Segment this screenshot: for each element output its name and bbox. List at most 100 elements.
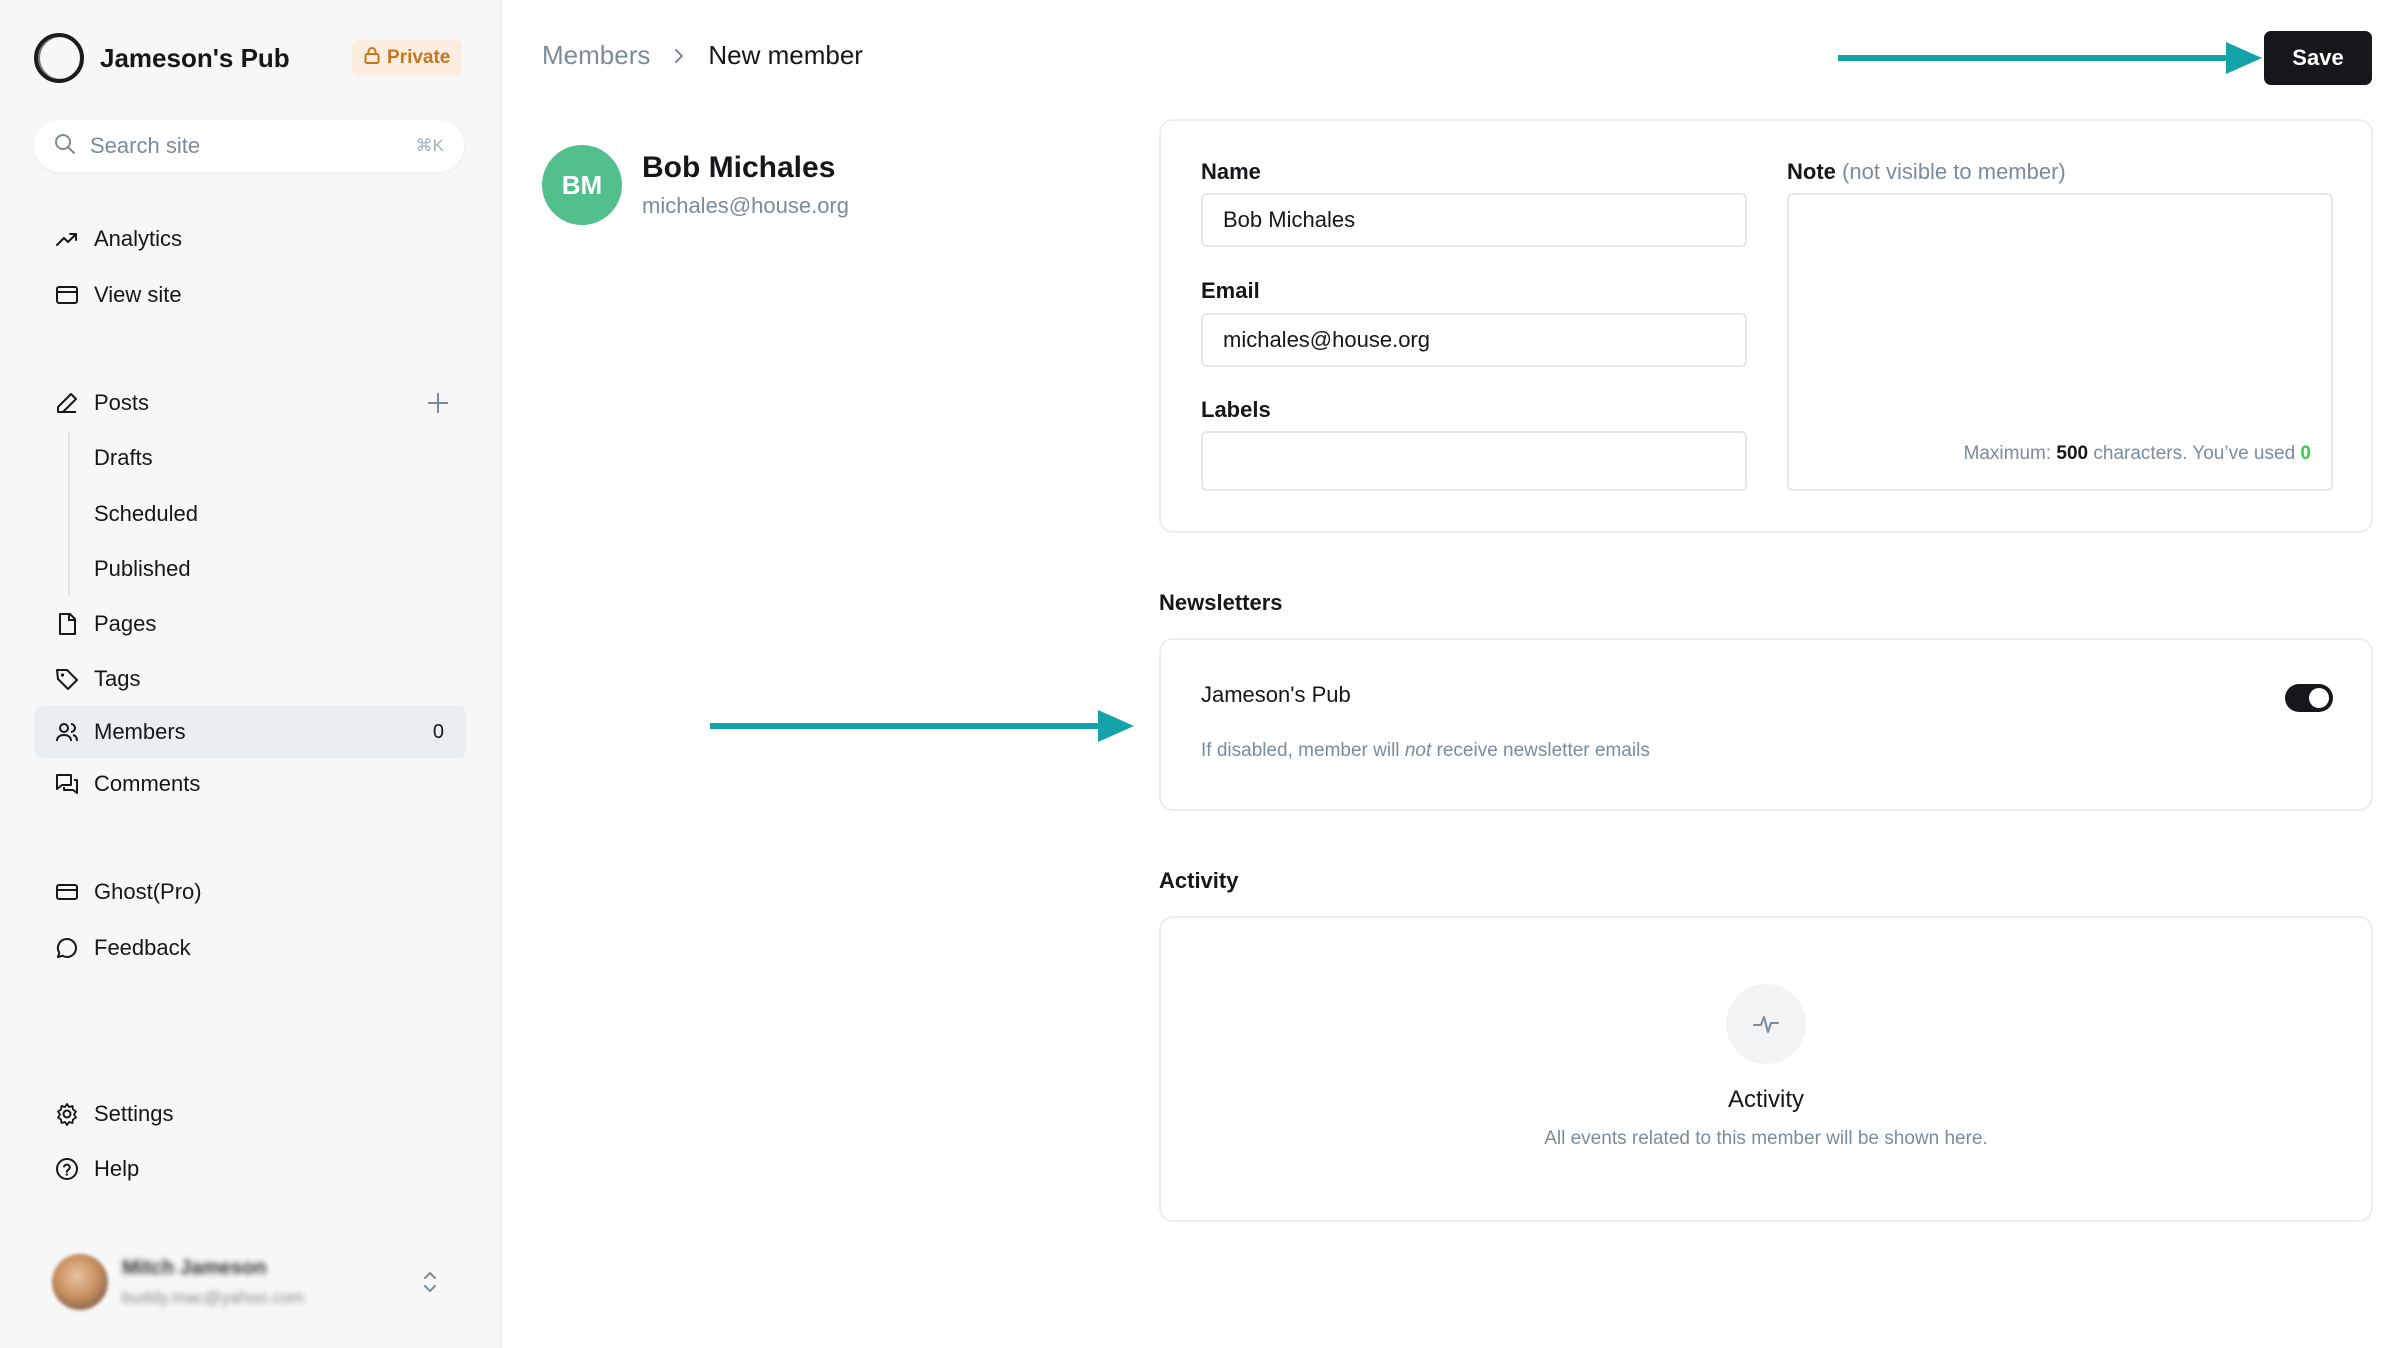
newsletters-card: Jameson's Pub If disabled, member will n…	[1159, 638, 2373, 811]
note-label-text: Note	[1787, 159, 1836, 184]
sidebar: Jameson's Pub Private Search site ⌘K Ana…	[0, 0, 502, 1348]
name-label: Name	[1201, 159, 1261, 184]
note-hint-prefix: Maximum:	[1963, 443, 2052, 464]
site-brand[interactable]: Jameson's Pub	[34, 32, 290, 84]
newsletter-hint-after: receive newsletter emails	[1436, 740, 1650, 761]
site-logo	[34, 33, 84, 83]
sidebar-item-label: Help	[94, 1156, 140, 1181]
sidebar-item-members[interactable]: Members 0	[34, 706, 466, 758]
sidebar-item-posts[interactable]: Posts	[34, 377, 466, 429]
sidebar-item-label: Tags	[94, 666, 141, 691]
member-details-card: Name Bob Michales Email michales@house.o…	[1159, 119, 2373, 533]
sidebar-item-label: Posts	[94, 390, 150, 415]
lock-icon	[364, 46, 380, 70]
member-avatar: BM	[542, 145, 622, 225]
breadcrumb-members-link[interactable]: Members	[542, 40, 650, 71]
sidebar-item-label: Settings	[94, 1101, 174, 1126]
tag-icon	[54, 666, 80, 692]
sidebar-item-settings[interactable]: Settings	[34, 1088, 466, 1140]
search-placeholder: Search site	[90, 133, 201, 158]
sidebar-item-label: Ghost(Pro)	[94, 879, 202, 904]
sidebar-item-label: Drafts	[94, 445, 153, 470]
site-name: Jameson's Pub	[100, 42, 290, 73]
newsletters-title: Newsletters	[1159, 590, 1283, 615]
labels-label: Labels	[1201, 397, 1271, 422]
member-info: Bob Michales michales@house.org	[642, 151, 849, 219]
sidebar-item-label: Published	[94, 556, 191, 581]
trend-up-icon	[54, 226, 80, 252]
sidebar-item-view-site[interactable]: View site	[34, 269, 466, 321]
newsletter-hint-emphasis: not	[1404, 740, 1432, 761]
app: Jameson's Pub Private Search site ⌘K Ana…	[0, 0, 2400, 1348]
search-input[interactable]: Search site ⌘K	[34, 120, 464, 172]
sidebar-item-feedback[interactable]: Feedback	[34, 922, 466, 974]
activity-empty-description: All events related to this member will b…	[1544, 1128, 1988, 1149]
email-label: Email	[1201, 278, 1260, 303]
note-field[interactable]: Maximum: 500 characters. You’ve used 0	[1787, 193, 2333, 491]
name-field[interactable]: Bob Michales	[1201, 193, 1747, 247]
user-name: Mitch Jameson	[122, 1256, 267, 1279]
note-char-hint: Maximum: 500 characters. You’ve used 0	[1964, 443, 2312, 465]
sidebar-item-label: Feedback	[94, 935, 191, 960]
activity-pulse-icon	[1726, 984, 1806, 1064]
browser-window-icon	[54, 282, 80, 308]
members-count: 0	[432, 720, 444, 743]
gear-icon	[54, 1101, 80, 1127]
activity-title: Activity	[1159, 868, 1239, 893]
activity-empty-title: Activity	[1727, 1086, 1804, 1113]
sidebar-item-comments[interactable]: Comments	[34, 758, 466, 810]
chevron-right-icon	[672, 45, 686, 67]
sidebar-item-help[interactable]: Help	[34, 1143, 466, 1195]
sidebar-item-label: Analytics	[94, 226, 183, 251]
sidebar-item-label: Pages	[94, 611, 157, 636]
email-field[interactable]: michales@house.org	[1201, 313, 1747, 367]
breadcrumb: Members New member	[542, 40, 863, 71]
newsletter-toggle[interactable]	[2285, 684, 2333, 712]
annotation-arrow-newsletter	[710, 710, 1134, 742]
note-label: Note (not visible to member)	[1787, 159, 2066, 185]
avatar	[52, 1254, 108, 1310]
search-shortcut: ⌘K	[415, 136, 444, 155]
sidebar-item-label: Members	[94, 719, 186, 744]
chat-bubble-icon	[54, 935, 80, 961]
comments-icon	[54, 771, 80, 797]
search-icon	[54, 133, 76, 160]
sidebar-item-label: View site	[94, 282, 182, 307]
page-title: New member	[708, 40, 863, 70]
chevron-up-down-icon[interactable]	[420, 1268, 440, 1301]
page-icon	[54, 611, 80, 637]
sidebar-item-published[interactable]: Published	[34, 543, 466, 595]
sidebar-item-pages[interactable]: Pages	[34, 598, 466, 650]
sidebar-item-scheduled[interactable]: Scheduled	[34, 488, 466, 540]
newsletter-hint-before: If disabled, member will	[1201, 740, 1400, 761]
newsletter-hint: If disabled, member will not receive new…	[1201, 740, 1650, 762]
sidebar-item-ghost-pro[interactable]: Ghost(Pro)	[34, 866, 466, 918]
member-name: Bob Michales	[642, 151, 836, 184]
private-badge-label: Private	[387, 47, 451, 68]
pen-icon	[54, 390, 80, 416]
private-badge[interactable]: Private	[352, 40, 463, 76]
users-icon	[54, 719, 80, 745]
sidebar-item-label: Comments	[94, 771, 201, 796]
save-button[interactable]: Save	[2264, 31, 2372, 85]
user-email: buddy.mac@yahoo.com	[122, 1287, 305, 1307]
note-max-chars: 500	[2056, 443, 2089, 464]
activity-card: Activity All events related to this memb…	[1159, 916, 2373, 1222]
sidebar-item-label: Scheduled	[94, 501, 198, 526]
note-used-chars: 0	[2300, 443, 2311, 464]
help-circle-icon	[54, 1156, 80, 1182]
annotation-arrow-save	[1838, 42, 2262, 74]
sidebar-item-drafts[interactable]: Drafts	[34, 432, 466, 484]
user-info: Mitch Jameson buddy.mac@yahoo.com	[122, 1257, 304, 1308]
user-menu[interactable]: Mitch Jameson buddy.mac@yahoo.com	[52, 1250, 462, 1314]
labels-field[interactable]	[1201, 431, 1747, 491]
sidebar-item-tags[interactable]: Tags	[34, 653, 466, 705]
add-post-icon[interactable]	[422, 387, 454, 419]
member-email: michales@house.org	[642, 193, 849, 218]
note-hint-middle: characters. You’ve used	[2093, 443, 2296, 464]
credit-card-icon	[54, 879, 80, 905]
note-label-muted: (not visible to member)	[1842, 159, 2066, 184]
member-header: BM Bob Michales michales@house.org	[542, 145, 849, 225]
sidebar-item-analytics[interactable]: Analytics	[34, 213, 466, 265]
newsletter-name: Jameson's Pub	[1201, 682, 1351, 707]
